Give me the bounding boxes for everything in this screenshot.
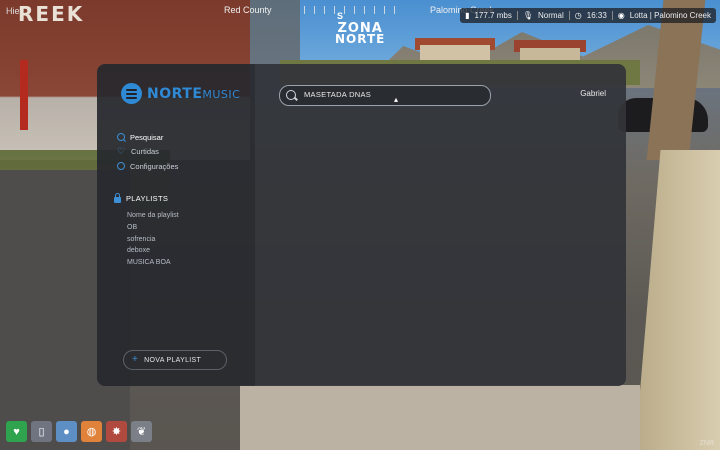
search-input[interactable]: MASETADA DNAS bbox=[279, 85, 491, 106]
search-icon bbox=[286, 90, 296, 100]
player-status-bar: ♥ ▯ ● ◍ ✸ ❦ bbox=[6, 421, 152, 442]
sidebar-item-label: Pesquisar bbox=[130, 132, 164, 142]
sidebar-nav: Pesquisar ♡ Curtidas Configurações bbox=[117, 130, 178, 174]
hud-mic-mode: Normal bbox=[537, 11, 564, 20]
music-app-window: NORTEMUSIC MASETADA DNAS ▴ Gabriel Pesqu… bbox=[97, 64, 626, 386]
lungs-icon: ❦ bbox=[131, 421, 152, 442]
compass-tick bbox=[304, 6, 305, 14]
signal-icon: ▮ bbox=[465, 11, 470, 20]
microphone-icon: 🎙 bbox=[522, 11, 533, 20]
sidewalk bbox=[240, 385, 640, 450]
playlist-item[interactable]: MUSICA BOA bbox=[127, 259, 179, 271]
armor-bottle-icon: ▯ bbox=[31, 421, 52, 442]
app-logo: NORTEMUSIC bbox=[121, 83, 240, 104]
search-icon bbox=[117, 133, 125, 142]
hud-time: 16:33 bbox=[586, 11, 607, 20]
content-area bbox=[255, 64, 626, 386]
lock-icon bbox=[114, 192, 121, 203]
health-heart-icon: ♥ bbox=[6, 421, 27, 442]
sidebar-item-pesquisar[interactable]: Pesquisar bbox=[117, 130, 178, 145]
hud-top-left-label: Hie bbox=[6, 6, 20, 16]
gear-icon bbox=[117, 162, 125, 171]
hud-speed: 177.7 mbs bbox=[474, 11, 512, 20]
user-name[interactable]: Gabriel bbox=[580, 89, 606, 98]
hud-location: Lotta | Palomino Creek bbox=[629, 11, 711, 20]
water-drop-icon: ● bbox=[56, 421, 77, 442]
building-sign: REEK bbox=[18, 2, 85, 26]
compass-tick bbox=[374, 6, 375, 14]
music-logo-icon bbox=[121, 83, 142, 104]
compass-heading: S bbox=[337, 11, 344, 21]
brand-name-suffix: MUSIC bbox=[202, 87, 241, 101]
brand-name: NORTEMUSIC bbox=[147, 86, 240, 102]
playlist-item[interactable]: Nome da playlist bbox=[127, 212, 179, 224]
playlist-item[interactable]: sofrencia bbox=[127, 236, 179, 248]
playlists-header: PLAYLISTS bbox=[114, 192, 169, 203]
compass-tick bbox=[384, 6, 385, 14]
compass-tick bbox=[354, 6, 355, 14]
compass-tick bbox=[344, 6, 345, 14]
playlist-item[interactable]: deboxe bbox=[127, 247, 179, 259]
divider bbox=[516, 11, 518, 20]
clock-icon: ◷ bbox=[574, 11, 582, 20]
playlist-list: Nome da playlist OB sofrencia deboxe MUS… bbox=[127, 212, 179, 271]
stress-icon: ✸ bbox=[106, 421, 127, 442]
plus-icon: + bbox=[132, 354, 139, 365]
sidebar-item-label: Curtidas bbox=[131, 147, 159, 157]
playlists-header-label: PLAYLISTS bbox=[126, 194, 169, 203]
compass-tick bbox=[334, 6, 335, 14]
heart-icon: ♡ bbox=[117, 146, 126, 157]
search-input-value: MASETADA DNAS bbox=[304, 90, 372, 99]
hud-info-bar: ▮ 177.7 mbs 🎙 Normal ◷ 16:33 ◉ Lotta | P… bbox=[460, 8, 716, 23]
compass-tick bbox=[394, 6, 395, 14]
fire-hydrant bbox=[20, 60, 28, 130]
mouse-cursor-icon: ▴ bbox=[394, 95, 399, 104]
server-logo-line2: NORTE bbox=[335, 32, 386, 46]
wall bbox=[635, 150, 720, 450]
playlist-item[interactable]: OB bbox=[127, 224, 179, 236]
watermark: ZNR bbox=[699, 440, 714, 447]
compass-tick bbox=[324, 6, 325, 14]
compass-tick bbox=[364, 6, 365, 14]
divider bbox=[568, 11, 570, 20]
server-logo: ZONA NORTE bbox=[335, 22, 386, 46]
brand-name-main: NORTE bbox=[147, 85, 203, 102]
divider bbox=[611, 11, 613, 20]
compass-left-label: Red County bbox=[224, 5, 272, 15]
food-icon: ◍ bbox=[81, 421, 102, 442]
sidebar-item-curtidas[interactable]: ♡ Curtidas bbox=[117, 145, 178, 160]
sidebar-item-configuracoes[interactable]: Configurações bbox=[117, 159, 178, 174]
new-playlist-button[interactable]: + NOVA PLAYLIST bbox=[123, 350, 227, 370]
new-playlist-label: NOVA PLAYLIST bbox=[144, 356, 202, 364]
location-icon: ◉ bbox=[617, 11, 625, 20]
sidebar-item-label: Configurações bbox=[130, 161, 179, 171]
compass-tick bbox=[314, 6, 315, 14]
